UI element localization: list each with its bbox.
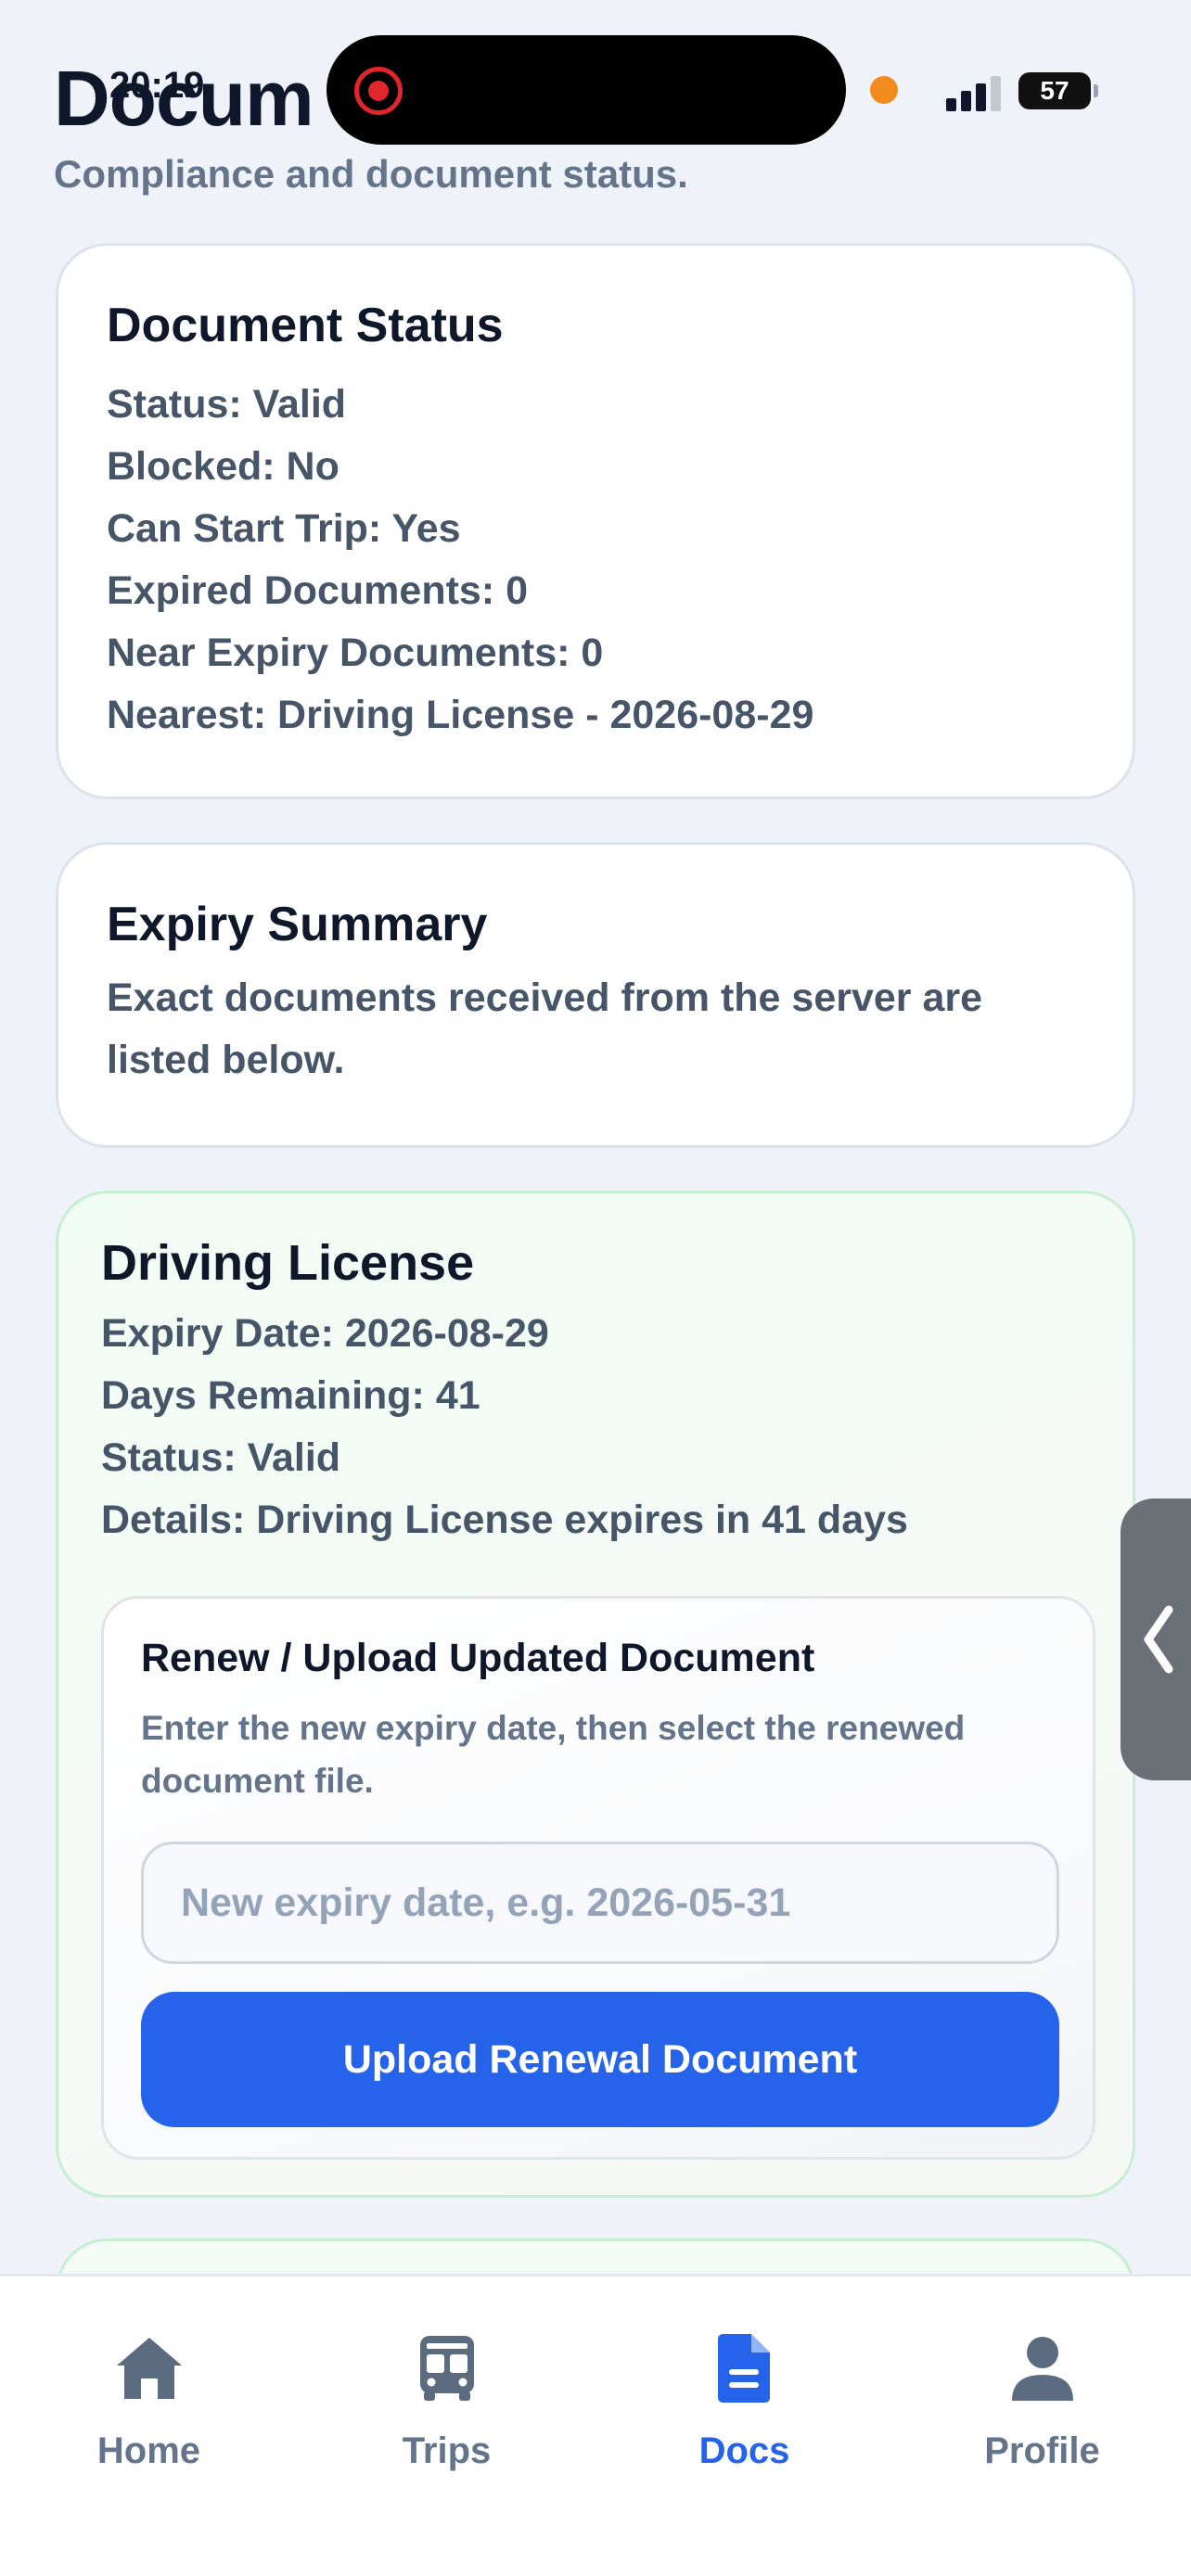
chevron-left-icon <box>1144 1605 1173 1674</box>
blocked-line: Blocked: No <box>107 444 339 489</box>
days-remaining-line: Days Remaining: 41 <box>101 1373 480 1418</box>
page-subtitle: Compliance and document status. <box>54 152 688 196</box>
document-icon <box>717 2334 770 2403</box>
tab-profile[interactable]: Profile <box>893 2332 1191 2518</box>
bus-icon <box>419 2336 474 2401</box>
user-icon <box>1011 2337 1073 2401</box>
can-start-trip-line: Can Start Trip: Yes <box>107 506 461 551</box>
dynamic-island <box>327 35 846 145</box>
renew-description: Enter the new expiry date, then select t… <box>141 1709 966 1800</box>
tab-home[interactable]: Home <box>0 2332 298 2518</box>
license-status-line: Status: Valid <box>101 1435 341 1480</box>
upload-renewal-button[interactable]: Upload Renewal Document <box>141 1992 1059 2127</box>
expiry-summary-description: Exact documents received from the server… <box>107 976 983 1082</box>
license-details-line: Details: Driving License expires in 41 d… <box>101 1498 908 1542</box>
nearest-expiry-line: Nearest: Driving License - 2026-08-29 <box>107 693 814 737</box>
expiry-summary-card: Expiry Summary Exact documents received … <box>56 842 1135 1148</box>
renew-upload-panel: Renew / Upload Updated Document Enter th… <box>101 1596 1095 2160</box>
driving-license-title: Driving License <box>101 1235 475 1291</box>
document-status-card: Document Status Status: Valid Blocked: N… <box>56 243 1135 799</box>
driving-license-card: Driving License Expiry Date: 2026-08-29 … <box>56 1191 1135 2198</box>
status-line: Status: Valid <box>107 382 347 427</box>
document-status-title: Document Status <box>107 299 504 352</box>
microphone-indicator-icon <box>870 76 898 104</box>
near-expiry-documents-line: Near Expiry Documents: 0 <box>107 631 604 675</box>
expiry-date-line: Expiry Date: 2026-08-29 <box>101 1311 549 1356</box>
tab-home-label: Home <box>96 2430 201 2471</box>
renew-title: Renew / Upload Updated Document <box>141 1636 815 1680</box>
cellular-signal-icon <box>946 70 1002 111</box>
tab-docs[interactable]: Docs <box>596 2332 893 2518</box>
tab-docs-label: Docs <box>698 2430 790 2471</box>
expired-documents-line: Expired Documents: 0 <box>107 568 528 613</box>
screen-recording-icon <box>354 67 403 115</box>
new-expiry-date-input[interactable] <box>141 1842 1059 1964</box>
battery-icon: 57 <box>1018 72 1098 109</box>
home-icon <box>116 2338 182 2399</box>
status-bar-time: 20:19 <box>109 65 205 106</box>
bottom-tab-bar: Home Trips Docs Profile <box>0 2274 1191 2576</box>
tab-trips[interactable]: Trips <box>298 2332 596 2518</box>
expiry-summary-title: Expiry Summary <box>107 898 488 951</box>
tab-profile-label: Profile <box>984 2430 1100 2471</box>
tab-trips-label: Trips <box>402 2430 492 2471</box>
documents-screen: Docum Compliance and document status. 20… <box>0 0 1191 2576</box>
side-drawer-handle[interactable] <box>1121 1498 1191 1780</box>
